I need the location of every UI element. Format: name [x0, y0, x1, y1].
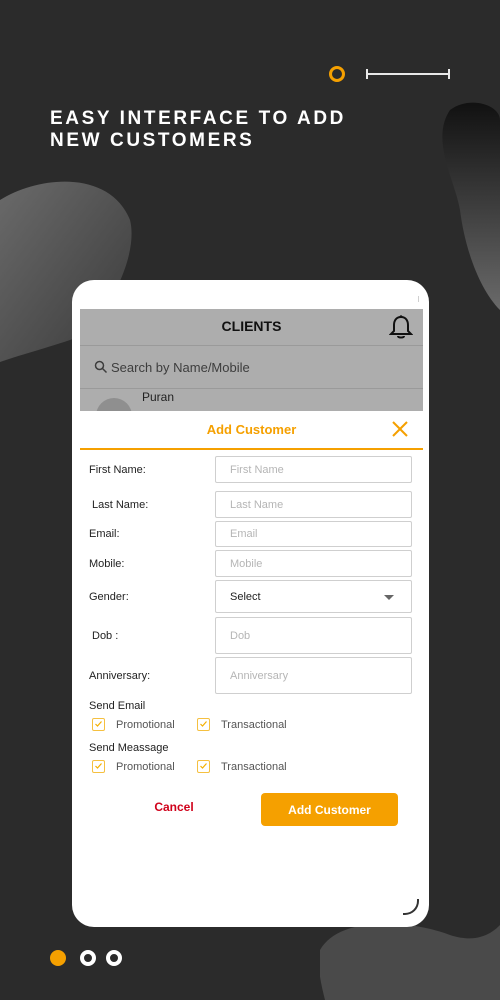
- check-icon: [200, 763, 207, 769]
- check-icon: [95, 721, 102, 727]
- phone-frame-mark: [414, 296, 419, 302]
- pagination-dots: [50, 950, 130, 968]
- background-shape-right: [442, 102, 500, 310]
- mobile-label: Mobile:: [89, 558, 125, 570]
- headline-line-1: EASY INTERFACE TO ADD: [50, 108, 347, 129]
- cancel-button[interactable]: Cancel: [134, 800, 214, 820]
- app-header: CLIENTS: [80, 309, 423, 346]
- list-item[interactable]: Puran: [80, 389, 423, 411]
- last-name-label: Last Name:: [92, 499, 149, 511]
- page-dot-3[interactable]: [106, 950, 122, 966]
- active-slide-dot: [329, 66, 345, 82]
- check-icon: [200, 721, 207, 727]
- client-name: Puran: [142, 390, 175, 404]
- email-label: Email:: [89, 528, 120, 540]
- modal-header: Add Customer: [80, 411, 423, 450]
- gender-label: Gender:: [89, 591, 129, 603]
- phone-frame-corner: [403, 899, 419, 915]
- first-name-field[interactable]: First Name: [215, 456, 412, 483]
- page-dot-1[interactable]: [50, 950, 66, 966]
- search-input[interactable]: Search by Name/Mobile: [111, 360, 250, 375]
- page-dot-2[interactable]: [80, 950, 96, 966]
- chevron-down-icon: [384, 595, 394, 600]
- check-icon: [95, 763, 102, 769]
- anniversary-label: Anniversary:: [89, 670, 151, 682]
- message-promotional-label: Promotional: [116, 761, 175, 773]
- dob-field[interactable]: Dob: [215, 617, 412, 654]
- gender-select[interactable]: Select: [215, 580, 412, 613]
- avatar: [96, 398, 132, 411]
- headline: EASY INTERFACE TO ADD NEW CUSTOMERS: [50, 108, 380, 152]
- dob-label: Dob :: [92, 630, 119, 642]
- message-promotional-checkbox[interactable]: [92, 760, 105, 773]
- message-transactional-checkbox[interactable]: [197, 760, 210, 773]
- anniversary-field[interactable]: Anniversary: [215, 657, 412, 694]
- send-message-label: Send Meassage: [89, 742, 169, 754]
- phone-mockup: CLIENTS Search by Name/Mobile Puran Add …: [72, 280, 429, 927]
- indicator-line-end: [448, 69, 450, 79]
- email-transactional-checkbox[interactable]: [197, 718, 210, 731]
- mobile-field[interactable]: Mobile: [215, 550, 412, 577]
- modal-title: Add Customer: [206, 422, 297, 437]
- send-message-options: Promotional Transactional: [92, 760, 352, 776]
- bell-icon[interactable]: [389, 314, 413, 340]
- headline-line-2: NEW CUSTOMERS: [50, 130, 255, 151]
- app-title: CLIENTS: [221, 318, 282, 334]
- email-transactional-label: Transactional: [221, 719, 287, 731]
- email-field[interactable]: Email: [215, 521, 412, 547]
- first-name-label: First Name:: [89, 464, 146, 476]
- email-promotional-checkbox[interactable]: [92, 718, 105, 731]
- send-email-options: Promotional Transactional: [92, 718, 352, 734]
- indicator-line: [366, 73, 448, 75]
- close-icon[interactable]: [391, 420, 409, 438]
- add-customer-button[interactable]: Add Customer: [261, 793, 398, 826]
- search-bar[interactable]: Search by Name/Mobile: [80, 346, 423, 389]
- gender-select-value: Select: [230, 590, 261, 603]
- send-email-label: Send Email: [89, 700, 146, 712]
- message-transactional-label: Transactional: [221, 761, 287, 773]
- search-icon: [94, 360, 108, 374]
- email-promotional-label: Promotional: [116, 719, 175, 731]
- last-name-field[interactable]: Last Name: [215, 491, 412, 518]
- slide-indicator: [329, 66, 499, 84]
